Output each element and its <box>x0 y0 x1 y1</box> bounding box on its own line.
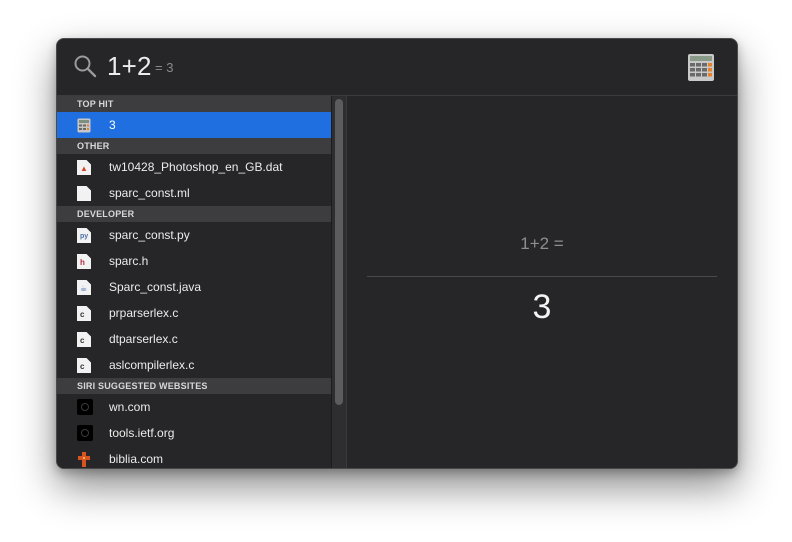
c-file-icon: c <box>77 306 91 321</box>
c-file-icon: c <box>77 358 91 373</box>
result-label: Sparc_const.java <box>109 280 202 294</box>
preview-answer: 3 <box>532 288 552 326</box>
python-file-icon: py <box>77 228 91 243</box>
result-item-prparserlex-c[interactable]: c prparserlex.c <box>57 300 331 326</box>
result-item-calculator[interactable]: 3 <box>57 112 331 138</box>
result-item-photoshop-dat[interactable]: ▲ tw10428_Photoshop_en_GB.dat <box>57 154 331 180</box>
result-item-sparc-const-java[interactable]: ☕ Sparc_const.java <box>57 274 331 300</box>
calculator-icon <box>688 54 714 81</box>
result-label: prparserlex.c <box>109 306 179 320</box>
spotlight-window: 1+2 = 3 TOP HIT 3 OTHER ▲ tw10428_Photos… <box>56 38 738 469</box>
result-item-sparc-const-ml[interactable]: sparc_const.ml <box>57 180 331 206</box>
result-label: tools.ietf.org <box>109 426 175 440</box>
result-label: biblia.com <box>109 452 164 466</box>
result-label: sparc_const.ml <box>109 186 190 200</box>
result-label: aslcompilerlex.c <box>109 358 195 372</box>
results-list: TOP HIT 3 OTHER ▲ tw10428_Photoshop_en_G… <box>57 96 331 468</box>
result-item-aslcompilerlex-c[interactable]: c aslcompilerlex.c <box>57 352 331 378</box>
search-bar[interactable]: 1+2 = 3 <box>57 39 737 96</box>
scrollbar-thumb[interactable] <box>335 99 343 405</box>
result-item-biblia-com[interactable]: biblia.com <box>57 446 331 468</box>
preview-divider <box>367 276 717 277</box>
search-input[interactable]: 1+2 <box>107 51 152 82</box>
c-file-icon: c <box>77 332 91 347</box>
result-label: 3 <box>109 118 116 132</box>
results-scrollbar[interactable] <box>331 96 347 468</box>
website-icon <box>77 425 93 441</box>
result-item-sparc-h[interactable]: h sparc.h <box>57 248 331 274</box>
section-header-top-hit: TOP HIT <box>57 96 331 112</box>
result-label: wn.com <box>109 400 151 414</box>
result-label: dtparserlex.c <box>109 332 178 346</box>
document-icon <box>77 186 91 201</box>
preview-expression: 1+2 = <box>520 234 564 253</box>
result-item-wn-com[interactable]: wn.com <box>57 394 331 420</box>
biblia-icon <box>78 452 90 467</box>
result-item-tools-ietf[interactable]: tools.ietf.org <box>57 420 331 446</box>
header-file-icon: h <box>77 254 91 269</box>
search-icon <box>74 55 97 78</box>
result-item-sparc-const-py[interactable]: py sparc_const.py <box>57 222 331 248</box>
java-file-icon: ☕ <box>77 280 91 295</box>
photoshop-file-icon: ▲ <box>77 160 91 175</box>
result-label: sparc_const.py <box>109 228 190 242</box>
calculator-icon <box>77 118 91 133</box>
section-header-siri-websites: SIRI SUGGESTED WEBSITES <box>57 378 331 394</box>
inline-result: = 3 <box>155 60 174 75</box>
result-label: sparc.h <box>109 254 149 268</box>
website-icon <box>77 399 93 415</box>
section-header-other: OTHER <box>57 138 331 154</box>
preview-pane: 1+2 = 3 <box>347 96 737 468</box>
result-item-dtparserlex-c[interactable]: c dtparserlex.c <box>57 326 331 352</box>
result-label: tw10428_Photoshop_en_GB.dat <box>109 160 283 174</box>
section-header-developer: DEVELOPER <box>57 206 331 222</box>
